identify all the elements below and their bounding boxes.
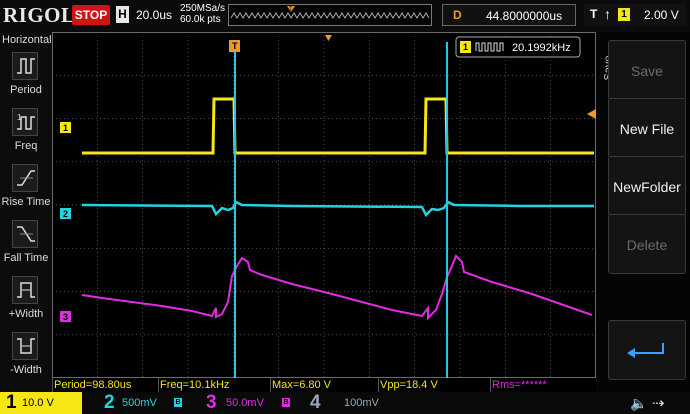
channel-3-scale: 50.0mV bbox=[226, 397, 264, 409]
waveform-canvas[interactable]: 1 2 3 T 1 20.1992kHz bbox=[52, 32, 596, 378]
channel-1-trace bbox=[82, 97, 594, 155]
positive-width-icon bbox=[12, 276, 38, 304]
channel-1-scale: 10.0 V bbox=[22, 397, 54, 409]
measurement-bar: Period=98.80us Freq=10.1kHz Max=6.80 V V… bbox=[52, 378, 596, 392]
measure-menu-title: Horizontal bbox=[2, 34, 52, 46]
measurement-rms[interactable]: Rms=****** bbox=[490, 378, 547, 392]
channel-3-trace bbox=[81, 254, 593, 321]
delay-value: 44.8000000us bbox=[486, 9, 563, 23]
measure-fall-time[interactable]: Fall Time bbox=[1, 220, 51, 274]
trigger-level-marker[interactable] bbox=[587, 109, 596, 119]
save-button[interactable]: Save bbox=[608, 40, 686, 100]
channel-2-marker[interactable]: 2 bbox=[60, 208, 71, 219]
channel-1-marker[interactable]: 1 bbox=[60, 122, 71, 133]
measure-positive-width[interactable]: +Width bbox=[1, 276, 51, 330]
return-button[interactable] bbox=[608, 320, 686, 380]
run-stop-indicator[interactable]: STOP bbox=[72, 5, 110, 25]
waveform-display[interactable]: 1 2 3 T 1 20.1992kHz bbox=[52, 32, 596, 378]
channel-3-marker[interactable]: 3 bbox=[60, 311, 71, 322]
measure-period[interactable]: Period bbox=[1, 52, 51, 106]
channel-4-scale: 100mV bbox=[344, 397, 379, 409]
measure-rise-time[interactable]: Rise Time bbox=[1, 164, 51, 218]
frequency-icon: 1 bbox=[12, 108, 38, 136]
channel-2-setting[interactable]: 2 500mV B bbox=[98, 392, 192, 414]
measurement-period[interactable]: Period=98.80us bbox=[52, 378, 131, 392]
measurement-vpp[interactable]: Vpp=18.4 V bbox=[378, 378, 438, 392]
sample-rate: 250MSa/s bbox=[180, 3, 226, 14]
speaker-icon: 🔈 bbox=[630, 395, 648, 411]
svg-text:1: 1 bbox=[17, 113, 22, 122]
rising-edge-icon: ↑ bbox=[604, 6, 611, 22]
status-bar: RIGOL STOP H 20.0us 250MSa/s 60.0k pts T… bbox=[0, 0, 690, 32]
measurement-max[interactable]: Max=6.80 V bbox=[270, 378, 331, 392]
trigger-position-top-marker[interactable]: T bbox=[229, 40, 240, 52]
measure-frequency[interactable]: 1 Freq bbox=[1, 108, 51, 162]
center-marker bbox=[325, 35, 332, 41]
svg-text:1: 1 bbox=[463, 42, 468, 52]
negative-width-icon bbox=[12, 332, 38, 360]
trigger-level: 2.00 V bbox=[644, 8, 679, 22]
svg-text:1: 1 bbox=[63, 123, 68, 133]
bandwidth-limit-icon: B bbox=[282, 398, 290, 407]
new-folder-button[interactable]: NewFolder bbox=[608, 156, 686, 216]
usb-icon: ⇢ bbox=[652, 395, 665, 412]
channel-1-setting[interactable]: 1 10.0 V bbox=[0, 392, 82, 414]
period-icon bbox=[12, 52, 38, 80]
delay-label: D bbox=[453, 8, 462, 22]
brand-logo: RIGOL bbox=[3, 3, 76, 27]
new-file-button[interactable]: New File bbox=[608, 98, 686, 158]
delay-box[interactable]: D 44.8000000us bbox=[442, 4, 576, 26]
channel-bar: 1 10.0 V 2 500mV B 3 50.0mV B 4 100mV 🔈 … bbox=[0, 392, 690, 414]
measure-negative-width[interactable]: -Width bbox=[1, 332, 51, 386]
measure-menu: Horizontal Period 1 Freq Rise Time Fall … bbox=[0, 32, 52, 392]
delete-button[interactable]: Delete bbox=[608, 214, 686, 274]
return-arrow-icon bbox=[627, 343, 664, 358]
trigger-source: 1 bbox=[618, 8, 630, 21]
svg-text:T: T bbox=[232, 41, 238, 51]
trigger-box[interactable]: T ↑ 1 2.00 V bbox=[584, 4, 686, 26]
bandwidth-limit-icon: B bbox=[174, 398, 182, 407]
frequency-counter: 1 20.1992kHz bbox=[455, 36, 581, 58]
channel-4-setting[interactable]: 4 100mV bbox=[306, 392, 390, 414]
memory-overview: T bbox=[228, 4, 432, 26]
channel-3-setting[interactable]: 3 50.0mV B bbox=[202, 392, 298, 414]
trigger-label: T bbox=[590, 7, 598, 21]
channel-2-scale: 500mV bbox=[122, 397, 157, 409]
memory-waveform-preview: T bbox=[230, 6, 430, 19]
measurement-frequency[interactable]: Freq=10.1kHz bbox=[158, 378, 229, 392]
rise-time-icon bbox=[12, 164, 38, 192]
horizontal-indicator: H bbox=[116, 6, 129, 23]
save-menu: Save Save New File NewFolder Delete bbox=[596, 32, 690, 392]
fall-time-icon bbox=[12, 220, 38, 248]
timebase-value[interactable]: 20.0us bbox=[136, 8, 172, 22]
counter-value: 20.1992kHz bbox=[512, 42, 571, 54]
memory-depth: 60.0k pts bbox=[180, 14, 221, 25]
svg-text:3: 3 bbox=[63, 312, 68, 322]
svg-text:2: 2 bbox=[63, 209, 68, 219]
channel-2-trace bbox=[81, 200, 594, 218]
trigger-position-label: T bbox=[289, 7, 293, 13]
